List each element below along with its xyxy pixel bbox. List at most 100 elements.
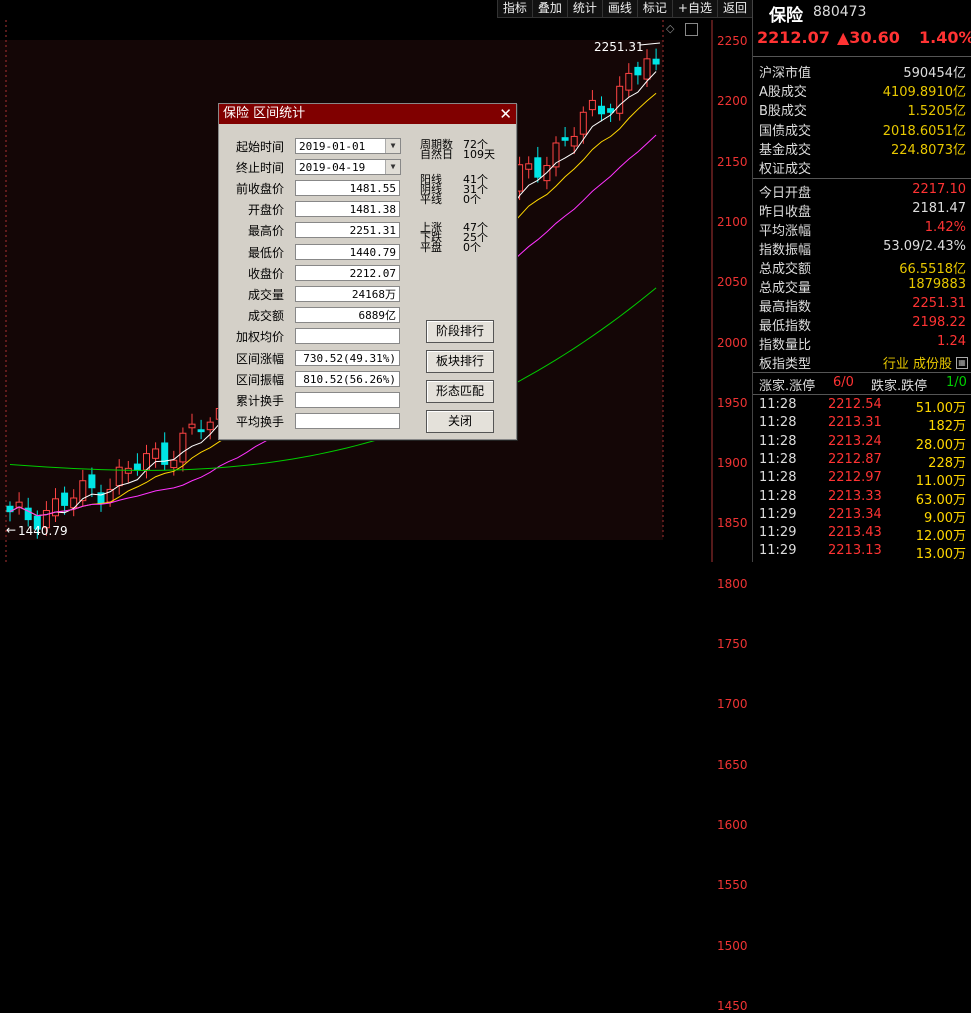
market-stat-value: 590454亿 <box>903 66 966 81</box>
index-stat-label: 总成交量 <box>759 281 812 296</box>
stat-field-value[interactable]: 6889亿 <box>295 307 400 324</box>
stat-field-value[interactable]: 2212.07 <box>295 264 400 281</box>
index-stat-row: 总成交额 66.5518亿 <box>753 258 971 277</box>
collapse-box-icon[interactable] <box>685 23 698 36</box>
candle-body <box>525 163 533 170</box>
stat-count-label: 自然日 <box>420 148 453 161</box>
tick-price: 2213.31 <box>828 415 882 431</box>
tick-time: 11:29 <box>759 543 797 559</box>
market-stat-label: 沪深市值 <box>759 66 812 81</box>
toolbar-mark-button[interactable]: 标记 <box>636 0 672 18</box>
stat-field-value[interactable] <box>295 328 400 345</box>
end-date-select[interactable]: 2019-04-19 ▼ <box>295 159 401 175</box>
stat-field-value[interactable] <box>295 413 400 430</box>
stat-field-label: 成交额 <box>247 309 284 324</box>
toolbar-statistics-button[interactable]: 统计 <box>566 0 602 18</box>
price-axis-tick: 1650 <box>717 757 748 772</box>
tick-volume: 13.00万 <box>915 547 966 563</box>
stat-field-value[interactable]: 2251.31 <box>295 222 400 239</box>
market-stat-row: 权证成交 <box>753 158 971 177</box>
stat-field-value[interactable]: 24168万 <box>295 286 400 302</box>
tick-price: 2213.24 <box>828 433 882 449</box>
index-stat-value: 1879883 <box>908 277 966 292</box>
price-axis-tick: 2050 <box>717 275 748 290</box>
tick-time: 11:28 <box>759 397 797 412</box>
index-stat-value: 2217.10 <box>912 182 966 197</box>
stat-field-value[interactable]: 810.52(56.26%) <box>295 370 400 387</box>
pattern-match-button[interactable]: 形态匹配 <box>426 380 494 403</box>
stat-field-label: 区间振幅 <box>235 372 284 387</box>
index-stat-value: 2198.22 <box>912 315 966 330</box>
index-stat-row: 昨日收盘 2181.47 <box>753 201 971 220</box>
price-axis-tick: 2000 <box>717 335 748 350</box>
tick-time: 11:28 <box>759 488 797 504</box>
market-stat-value: 2018.6051亿 <box>882 123 966 139</box>
toolbar-add-watchlist-button[interactable]: +自选 <box>671 0 717 18</box>
advance-label: 涨家.涨停 <box>759 379 816 394</box>
index-stat-label: 指数量比 <box>759 338 812 353</box>
start-date-select[interactable]: 2019-01-01 ▼ <box>295 138 401 154</box>
tick-trade-row: 11:29 2213.13 13.00万 <box>753 543 971 563</box>
sector-ranking-button[interactable]: 板块排行 <box>426 350 494 373</box>
stat-field-label: 开盘价 <box>247 203 284 218</box>
stat-field-label: 收盘价 <box>247 266 284 281</box>
price-change-pct: 1.40% <box>919 28 971 47</box>
price-axis-tick: 1550 <box>717 878 748 893</box>
index-stat-label: 今日开盘 <box>759 186 812 201</box>
stat-field-value[interactable]: 1481.55 <box>295 180 400 196</box>
stat-field-value[interactable]: 1481.38 <box>295 201 400 218</box>
index-stat-value: 66.5518亿 <box>899 262 966 277</box>
price-axis-tick: 2250 <box>717 34 748 48</box>
candle-body <box>152 448 160 459</box>
tick-price: 2213.43 <box>828 525 882 541</box>
toolbar-back-button[interactable]: 返回 <box>716 0 752 18</box>
market-stat-label: A股成交 <box>759 85 807 101</box>
tick-trade-row: 11:28 2213.31 182万 <box>753 415 971 435</box>
market-stat-label: B股成交 <box>759 104 807 120</box>
tick-volume: 228万 <box>928 455 966 471</box>
price-axis-tick: 1850 <box>717 516 748 531</box>
stat-count-value: 0个 <box>463 193 481 206</box>
index-stat-label: 最低指数 <box>759 319 812 334</box>
price-axis-tick: 1750 <box>717 637 748 651</box>
stat-field-value[interactable]: 1440.79 <box>295 243 400 260</box>
start-date-value: 2019-01-01 <box>299 140 366 153</box>
low-arrow-icon: ← <box>6 523 17 537</box>
tick-price: 2212.97 <box>828 470 882 486</box>
close-button[interactable]: 关闭 <box>426 410 494 433</box>
candle-body <box>179 432 187 463</box>
stage-ranking-button[interactable]: 阶段排行 <box>426 320 494 343</box>
tick-volume: 28.00万 <box>915 437 966 453</box>
index-stat-value: 53.09/2.43% <box>883 239 966 254</box>
toolbar-overlay-button[interactable]: 叠加 <box>531 0 567 18</box>
diamond-icon: ◇ <box>666 22 675 35</box>
dialog-titlebar[interactable]: 保险 区间统计 ✕ <box>219 104 516 124</box>
stat-field-value[interactable] <box>295 392 400 408</box>
candle-body <box>188 423 196 429</box>
end-time-label: 终止时间 <box>235 161 284 175</box>
market-stat-value: 224.8073亿 <box>890 142 966 158</box>
current-price: 2212.07 <box>757 28 830 47</box>
index-stat-row: 板指类型 行业 成份股 <box>753 353 971 372</box>
index-stat-label: 板指类型 <box>759 357 812 372</box>
toolbar-indicator-button[interactable]: 指标 <box>496 0 532 18</box>
grid-icon[interactable]: ▦ <box>956 357 968 369</box>
stat-field-label: 最低价 <box>247 245 284 260</box>
market-stat-row: 国债成交 2018.6051亿 <box>753 120 971 139</box>
toolbar-draw-line-button[interactable]: 画线 <box>601 0 637 18</box>
tick-trade-row: 11:29 2213.43 12.00万 <box>753 525 971 544</box>
close-icon[interactable]: ✕ <box>499 104 512 124</box>
price-axis-tick: 1450 <box>717 998 748 1013</box>
stat-field-label: 平均换手 <box>235 415 284 430</box>
tick-time: 11:29 <box>759 525 797 541</box>
candle-body <box>570 135 578 147</box>
market-stat-row: 基金成交 224.8073亿 <box>753 139 971 158</box>
chevron-down-icon[interactable]: ▼ <box>385 160 400 174</box>
tick-volume: 51.00万 <box>915 401 966 416</box>
tick-price: 2213.33 <box>828 488 882 504</box>
tick-volume: 182万 <box>928 419 966 435</box>
price-axis-tick: 1900 <box>717 456 748 471</box>
stat-field-value[interactable]: 730.52(49.31%) <box>295 349 400 366</box>
low-price-marker: 1440.79 <box>18 524 68 538</box>
chevron-down-icon[interactable]: ▼ <box>385 139 400 153</box>
